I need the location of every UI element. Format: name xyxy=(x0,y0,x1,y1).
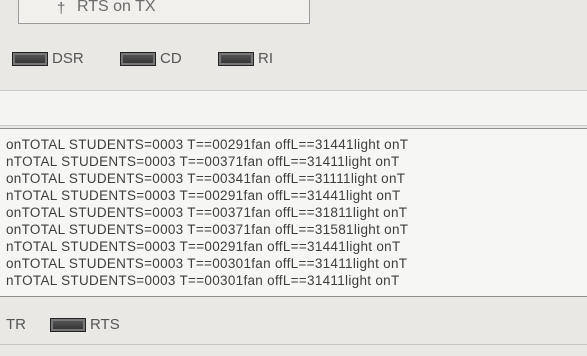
dsr-label: DSR xyxy=(52,50,84,67)
ri-indicator: RI xyxy=(218,50,273,67)
rts-on-tx-label: RTS on TX xyxy=(77,0,156,15)
modem-status-row: DSR CD RI xyxy=(0,44,587,74)
log-line: nTOTAL STUDENTS=0003 T==00291fan offL==3… xyxy=(6,239,401,254)
dtr-indicator: TR xyxy=(6,316,26,333)
cd-led-icon xyxy=(120,51,156,66)
log-line: nTOTAL STUDENTS=0003 T==00301fan offL==3… xyxy=(6,273,400,288)
divider xyxy=(0,344,587,345)
rts-led-icon xyxy=(50,317,86,332)
ri-label: RI xyxy=(258,50,273,67)
cd-indicator: CD xyxy=(120,50,182,67)
option-marker: † xyxy=(57,0,66,17)
serial-log-output[interactable]: onTOTAL STUDENTS=0003 T==00291fan offL==… xyxy=(0,128,587,297)
log-line: onTOTAL STUDENTS=0003 T==00301fan offL==… xyxy=(6,256,408,271)
rts-label: RTS xyxy=(90,316,120,333)
dtr-label: TR xyxy=(6,316,26,333)
dsr-led-icon xyxy=(12,51,48,66)
ri-led-icon xyxy=(218,51,254,66)
dsr-indicator: DSR xyxy=(12,50,84,67)
control-lines-row: TR RTS xyxy=(0,312,587,338)
log-line: onTOTAL STUDENTS=0003 T==00371fan offL==… xyxy=(6,222,409,237)
input-panel[interactable] xyxy=(0,90,587,126)
log-line: onTOTAL STUDENTS=0003 T==00371fan offL==… xyxy=(6,205,408,220)
log-line: nTOTAL STUDENTS=0003 T==00291fan offL==3… xyxy=(6,188,401,203)
log-line: onTOTAL STUDENTS=0003 T==00341fan offL==… xyxy=(6,171,406,186)
rts-indicator: RTS xyxy=(50,316,120,333)
log-line: onTOTAL STUDENTS=0003 T==00291fan offL==… xyxy=(6,137,409,152)
rts-on-tx-option[interactable]: † RTS on TX xyxy=(18,0,310,24)
cd-label: CD xyxy=(160,50,182,67)
log-line: nTOTAL STUDENTS=0003 T==00371fan offL==3… xyxy=(6,154,400,169)
